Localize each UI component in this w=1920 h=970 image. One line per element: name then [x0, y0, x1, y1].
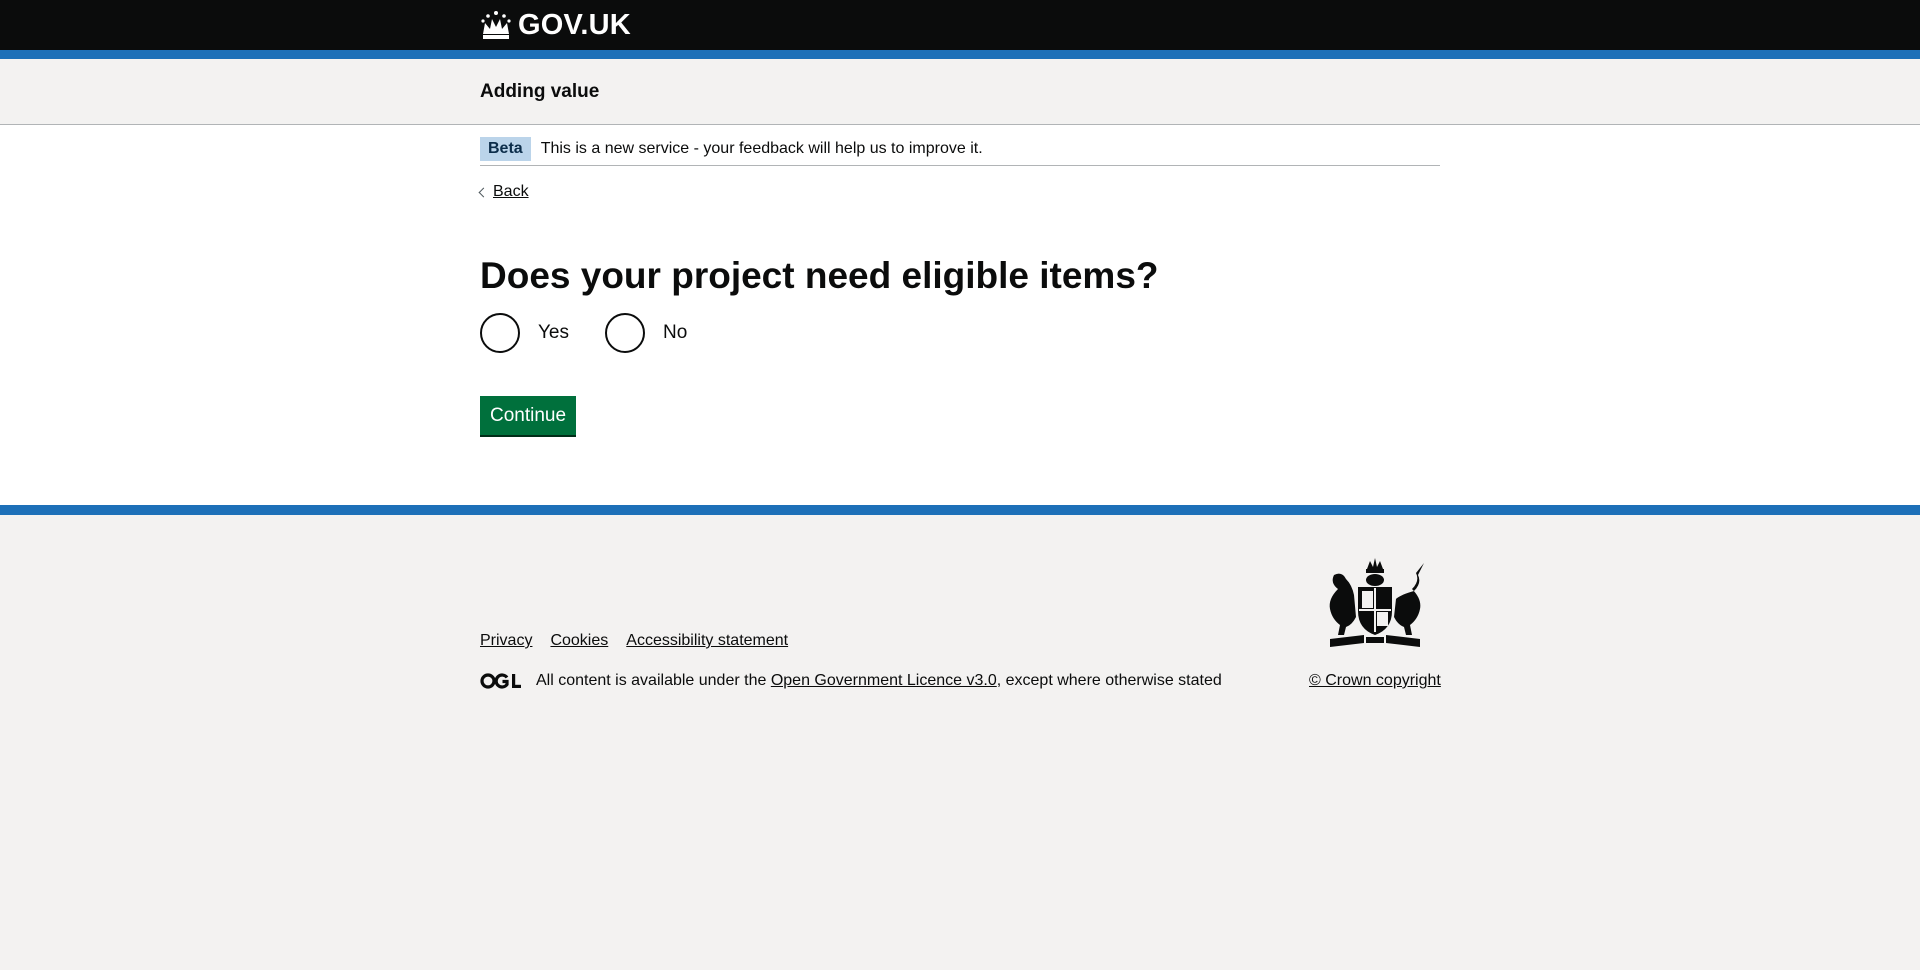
licence-prefix: All content is available under the	[536, 672, 767, 689]
radio-yes-input[interactable]	[480, 313, 520, 353]
royal-coat-of-arms-icon	[1329, 558, 1424, 647]
logo-text: GOV.UK	[518, 8, 631, 41]
chevron-left-icon	[478, 187, 489, 197]
beta-tag: Beta	[480, 137, 531, 161]
radio-option-no[interactable]: No	[605, 313, 687, 353]
crown-icon	[481, 11, 511, 39]
govuk-header: GOV.UK	[0, 0, 1920, 50]
footer-links: Privacy Cookies Accessibility statement	[480, 632, 806, 650]
service-name[interactable]: Adding value	[480, 81, 599, 103]
header-container: GOV.UK	[480, 0, 631, 50]
footer-blue-bar	[0, 505, 1920, 515]
radio-yes-label[interactable]: Yes	[538, 322, 569, 344]
footer-link-privacy[interactable]: Privacy	[480, 632, 532, 650]
licence-link[interactable]: Open Government Licence v3.0	[771, 672, 997, 690]
licence-suffix: , except where otherwise stated	[996, 672, 1222, 689]
radio-no-input[interactable]	[605, 313, 645, 353]
header-blue-bar	[0, 50, 1920, 59]
main-content: Beta This is a new service - your feedba…	[0, 125, 1920, 505]
footer-link-accessibility[interactable]: Accessibility statement	[626, 632, 788, 650]
page: GOV.UK Adding value Beta This is a new s…	[0, 0, 1920, 970]
back-link-label: Back	[493, 183, 529, 200]
service-navigation: Adding value	[0, 59, 1920, 125]
phase-banner-text: This is a new service - your feedback wi…	[540, 140, 983, 157]
continue-button[interactable]: Continue	[480, 396, 577, 435]
radio-option-yes[interactable]: Yes	[480, 313, 569, 353]
footer-link-cookies[interactable]: Cookies	[550, 632, 608, 650]
radio-no-label[interactable]: No	[663, 322, 687, 344]
govuk-logo-link[interactable]: GOV.UK	[480, 9, 631, 42]
radio-group: Yes No	[480, 313, 723, 353]
licence-statement: All content is available under the Open …	[480, 672, 1222, 690]
back-link[interactable]: Back	[478, 183, 529, 201]
ogl-logo-icon	[480, 673, 521, 689]
page-title: Does your project need eligible items?	[480, 255, 1159, 296]
crown-copyright-link[interactable]: © Crown copyright	[1309, 672, 1441, 690]
phase-banner: Beta This is a new service - your feedba…	[480, 133, 1440, 166]
govuk-footer: Privacy Cookies Accessibility statement …	[0, 515, 1920, 970]
